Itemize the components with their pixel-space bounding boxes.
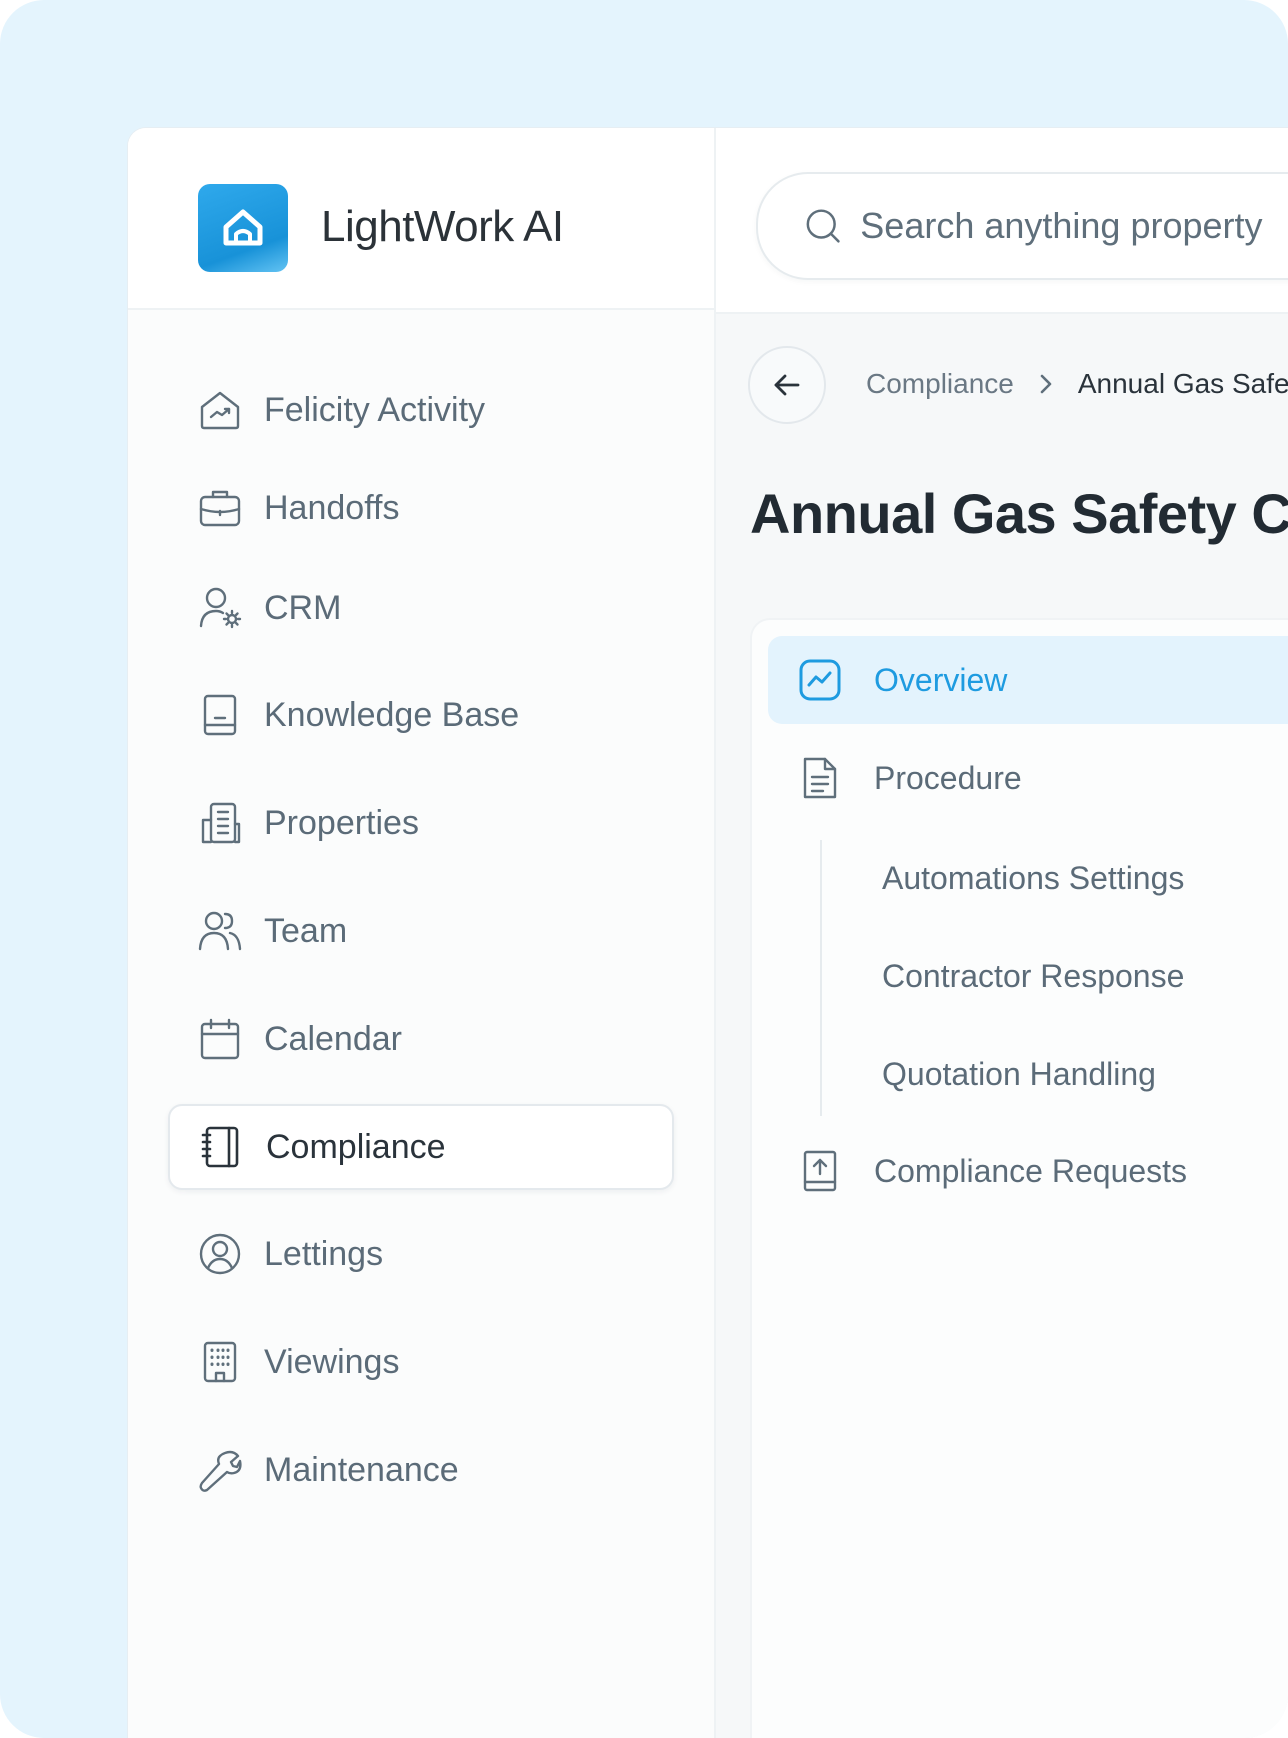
window-backdrop: LightWork AI Felicity Activity Handoffs … [0, 0, 1288, 1738]
sidebar-item-label: Team [264, 911, 348, 950]
sidebar-item-knowledge-base[interactable]: Knowledge Base [168, 672, 674, 758]
tree-connector-line [820, 840, 822, 1116]
chart-icon [796, 656, 844, 704]
book-icon [196, 691, 244, 739]
sidebar-item-label: CRM [264, 588, 342, 627]
breadcrumb-current: Annual Gas Safety Check [1077, 368, 1288, 399]
search-input[interactable] [860, 205, 1288, 247]
sidebar-item-felicity-activity[interactable]: Felicity Activity [168, 367, 674, 453]
sidebar-item-maintenance[interactable]: Maintenance [168, 1427, 674, 1513]
search-icon [806, 209, 840, 243]
sidebar-item-label: Maintenance [264, 1450, 459, 1489]
app-name: LightWork AI [321, 202, 564, 251]
app-window: LightWork AI Felicity Activity Handoffs … [128, 128, 1288, 1738]
sidebar-item-calendar[interactable]: Calendar [168, 996, 674, 1082]
sidebar-item-label: Properties [264, 803, 419, 842]
users-icon [196, 907, 244, 955]
building-icon [196, 1338, 244, 1386]
user-gear-icon [196, 584, 244, 632]
sidebar-item-lettings[interactable]: Lettings [168, 1211, 674, 1297]
subnav-automations-settings[interactable]: Automations Settings [882, 848, 1184, 908]
home-icon [223, 209, 263, 246]
sidebar-item-label: Calendar [264, 1019, 402, 1058]
buildings-icon [196, 799, 244, 847]
calendar-icon [196, 1015, 244, 1063]
sidebar: LightWork AI Felicity Activity Handoffs … [128, 128, 716, 1738]
wrench-icon [196, 1446, 244, 1494]
tab-overview[interactable]: Overview [768, 636, 1288, 724]
tab-compliance-requests-label: Compliance Requests [874, 1152, 1188, 1189]
sidebar-item-crm[interactable]: CRM [168, 565, 674, 651]
tab-procedure-label: Procedure [874, 759, 1022, 796]
breadcrumb: Compliance Annual Gas Safety Check [866, 368, 1288, 400]
briefcase-icon [196, 484, 244, 532]
tab-compliance-requests[interactable]: Compliance Requests [768, 1127, 1288, 1215]
sidebar-item-label: Handoffs [264, 488, 400, 527]
logo[interactable] [198, 184, 288, 272]
brand-header: LightWork AI [128, 128, 714, 310]
sidebar-item-label: Felicity Activity [264, 390, 486, 429]
user-circle-icon [196, 1230, 244, 1278]
sidebar-item-properties[interactable]: Properties [168, 780, 674, 866]
subnav-quotation-handling[interactable]: Quotation Handling [882, 1044, 1156, 1104]
top-bar [716, 128, 1288, 314]
sidebar-item-label: Knowledge Base [264, 695, 520, 734]
page-title: Annual Gas Safety Check [750, 482, 1288, 545]
document-icon [796, 754, 844, 802]
sidebar-item-label: Lettings [264, 1234, 384, 1273]
tab-overview-label: Overview [874, 661, 1008, 698]
sidebar-item-team[interactable]: Team [168, 888, 674, 974]
subnav-contractor-response[interactable]: Contractor Response [882, 946, 1184, 1006]
notebook-icon [198, 1123, 246, 1171]
breadcrumb-compliance-link[interactable]: Compliance [866, 368, 1014, 400]
chevron-right-icon [1038, 373, 1054, 395]
sidebar-item-viewings[interactable]: Viewings [168, 1319, 674, 1405]
sidebar-item-compliance[interactable]: Compliance [168, 1104, 674, 1190]
tab-procedure[interactable]: Procedure [768, 734, 1288, 822]
house-chart-icon [196, 386, 244, 434]
main-content: Compliance Annual Gas Safety Check Annua… [716, 128, 1288, 1738]
search-bar[interactable] [756, 172, 1288, 280]
sidebar-item-label: Viewings [264, 1342, 400, 1381]
sidebar-item-handoffs[interactable]: Handoffs [168, 465, 674, 551]
compliance-subnav-panel: Overview Procedure Automations Settings … [750, 618, 1288, 1738]
sidebar-item-label: Compliance [266, 1127, 446, 1166]
arrow-left-icon [774, 374, 800, 396]
upload-book-icon [796, 1147, 844, 1195]
back-button[interactable] [748, 346, 826, 424]
